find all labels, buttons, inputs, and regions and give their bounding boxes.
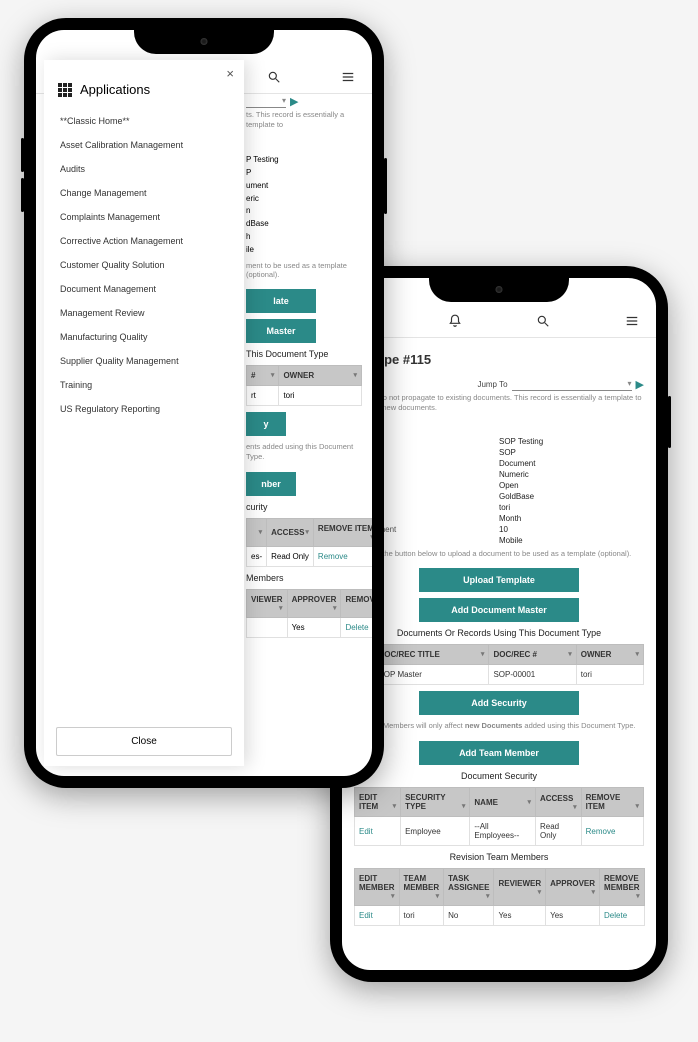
- notch: [429, 278, 569, 302]
- drawer-item[interactable]: Manufacturing Quality: [44, 325, 244, 349]
- drawer-item[interactable]: US Regulatory Reporting: [44, 397, 244, 421]
- drawer-item[interactable]: Training: [44, 373, 244, 397]
- table-row: Edit Employee --All Employees-- Read Onl…: [355, 817, 644, 846]
- col-team-member[interactable]: TEAM MEMBER▾: [399, 869, 444, 906]
- jump-to-select[interactable]: ▾: [246, 94, 286, 108]
- drawer-item[interactable]: Audits: [44, 157, 244, 181]
- col-access[interactable]: ACCESS▾: [535, 788, 581, 817]
- docs-table: ▾ DOC/REC TITLE▾ DOC/REC #▾ OWNER▾ SOP M…: [354, 644, 644, 685]
- docs-heading-fragment: This Document Type: [246, 349, 362, 359]
- drawer-item[interactable]: Document Management: [44, 277, 244, 301]
- upload-template-button[interactable]: late: [246, 289, 316, 313]
- jump-to-label: Jump To: [477, 380, 507, 389]
- drawer-item[interactable]: Customer Quality Solution: [44, 253, 244, 277]
- details-grid: rd TypeSOP Testing SOP Document atNumeri…: [354, 437, 644, 545]
- hamburger-icon[interactable]: [620, 314, 644, 331]
- apps-grid-icon: [58, 83, 72, 97]
- col-approver[interactable]: APPROVER▾: [546, 869, 600, 906]
- col-name[interactable]: NAME▾: [470, 788, 536, 817]
- search-icon[interactable]: [262, 70, 286, 87]
- add-security-button[interactable]: Add Security: [419, 691, 579, 715]
- drawer-close-button[interactable]: Close: [56, 727, 232, 756]
- col-remove-item[interactable]: REMOVE ITEM▾: [581, 788, 643, 817]
- security-note: Team Members will only affect new Docume…: [354, 721, 644, 731]
- drawer-item[interactable]: Supplier Quality Management: [44, 349, 244, 373]
- details-heading: TAILS: [354, 423, 644, 433]
- col-remove-member[interactable]: REMOVE MEMBER▾: [600, 869, 645, 906]
- revision-heading: Revision Team Members: [354, 852, 644, 862]
- revision-table: EDIT MEMBER▾ TEAM MEMBER▾ TASK ASSIGNEE▾…: [354, 868, 645, 926]
- security-table-fragment: ▾ ACCESS▾ REMOVE ITEM▾ es- Read Only Rem…: [246, 518, 372, 567]
- chevron-down-icon: ▾: [628, 379, 632, 388]
- remove-link[interactable]: Remove: [581, 817, 643, 846]
- col-doc-title[interactable]: DOC/REC TITLE▾: [374, 645, 489, 665]
- docs-using-heading: Documents Or Records Using This Document…: [354, 628, 644, 638]
- security-heading-fragment: curity: [246, 502, 362, 512]
- delete-link[interactable]: Delete: [600, 906, 645, 926]
- upload-template-button[interactable]: Upload Template: [419, 568, 579, 592]
- page-title: nt Type #115: [354, 346, 644, 377]
- notch: [134, 30, 274, 54]
- add-security-button[interactable]: y: [246, 412, 286, 436]
- col-edit-member[interactable]: EDIT MEMBER▾: [355, 869, 400, 906]
- drawer-header: Applications: [44, 64, 244, 107]
- upload-note: can use the button below to upload a doc…: [354, 549, 644, 558]
- close-icon[interactable]: ×: [226, 66, 234, 81]
- drawer-item[interactable]: Change Management: [44, 181, 244, 205]
- details-fragment: P Testing P ument eric n dBase h ile: [246, 154, 362, 256]
- drawer-title: Applications: [80, 82, 150, 97]
- add-document-master-button[interactable]: Master: [246, 319, 316, 343]
- drawer-item[interactable]: Corrective Action Management: [44, 229, 244, 253]
- drawer-item[interactable]: Asset Calibration Management: [44, 133, 244, 157]
- jump-go-icon[interactable]: ▶: [636, 378, 644, 391]
- note-fragment: ts. This record is essentially a templat…: [246, 110, 362, 130]
- edit-link[interactable]: Edit: [355, 906, 400, 926]
- hamburger-icon[interactable]: [336, 70, 360, 87]
- col-reviewer[interactable]: REVIEWER▾: [494, 869, 546, 906]
- col-owner[interactable]: OWNER▾: [576, 645, 643, 665]
- search-icon[interactable]: [531, 314, 555, 331]
- jump-go-icon[interactable]: ▶: [290, 95, 298, 108]
- edit-link[interactable]: Edit: [355, 817, 401, 846]
- revision-table-fragment: VIEWER▾ APPROVER▾ REMOVE MEMBER▾ Yes Del…: [246, 589, 372, 638]
- bell-icon[interactable]: [443, 314, 467, 331]
- form-note: is form do not propagate to existing doc…: [354, 393, 644, 413]
- add-team-member-button[interactable]: Add Team Member: [419, 741, 579, 765]
- col-doc-num[interactable]: DOC/REC #▾: [489, 645, 576, 665]
- topbar: [342, 308, 656, 338]
- app-drawer: × Applications **Classic Home**Asset Cal…: [44, 60, 244, 766]
- doc-security-heading: Document Security: [354, 771, 644, 781]
- jump-to-row: Jump To ▾ ▶: [354, 377, 644, 391]
- table-row: SOP Master SOP-00001 tori: [355, 665, 644, 685]
- security-table: EDIT ITEM▾ SECURITY TYPE▾ NAME▾ ACCESS▾ …: [354, 787, 644, 846]
- drawer-item[interactable]: Management Review: [44, 301, 244, 325]
- docs-table-fragment: #▾ OWNER▾ rt tori: [246, 365, 362, 406]
- col-edit-item[interactable]: EDIT ITEM▾: [355, 788, 401, 817]
- drawer-item[interactable]: Complaints Management: [44, 205, 244, 229]
- upload-note-fragment: ment to be used as a template (optional)…: [246, 261, 362, 279]
- delete-link[interactable]: Delete: [341, 617, 372, 637]
- drawer-item[interactable]: **Classic Home**: [44, 109, 244, 133]
- remove-link[interactable]: Remove: [313, 546, 372, 566]
- security-note-fragment: ents added using this Document Type.: [246, 442, 362, 462]
- drawer-list: **Classic Home**Asset Calibration Manage…: [44, 107, 244, 721]
- col-security-type[interactable]: SECURITY TYPE▾: [401, 788, 470, 817]
- add-team-member-button[interactable]: nber: [246, 472, 296, 496]
- col-task-assignee[interactable]: TASK ASSIGNEE▾: [444, 869, 494, 906]
- add-document-master-button[interactable]: Add Document Master: [419, 598, 579, 622]
- table-row: Edit tori No Yes Yes Delete: [355, 906, 645, 926]
- jump-to-select[interactable]: ▾: [512, 377, 632, 391]
- members-heading-fragment: Members: [246, 573, 362, 583]
